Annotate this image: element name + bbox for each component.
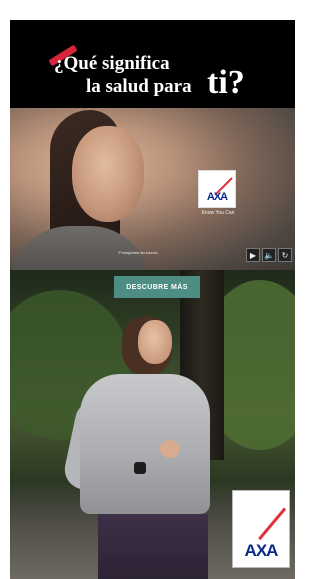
axa-logo-small: AXA — [198, 170, 236, 208]
headline-header: ¿Qué significa la salud para ti? — [10, 20, 295, 108]
headline-line-2: la salud para — [86, 76, 192, 97]
replay-icon[interactable]: ↻ — [278, 248, 292, 262]
smartwatch — [134, 462, 146, 474]
headline-line-1: ¿Qué significa — [54, 53, 170, 74]
video-player[interactable]: AXA Know You Can *Protagonista del anunc… — [10, 108, 295, 286]
axa-banner-ad[interactable]: ¿Qué significa la salud para ti? AXA Kno… — [10, 20, 295, 579]
play-icon[interactable]: ▶ — [246, 248, 260, 262]
brand-tagline: Know You Can — [201, 210, 235, 216]
logo-text: AXA — [206, 191, 228, 203]
video-controls: ▶ 🔈 ↻ — [246, 248, 292, 262]
runner-hand — [160, 440, 180, 458]
discover-more-button[interactable]: DESCUBRE MÁS — [114, 276, 200, 298]
woman-face — [72, 126, 144, 222]
runner-face — [138, 320, 172, 364]
runner-hoodie — [80, 374, 210, 514]
logo-slash — [258, 507, 287, 541]
logo-text: AXA — [244, 541, 279, 560]
video-caption: *Protagonista del anuncio — [118, 251, 158, 255]
runner-photo: DESCUBRE MÁS AXA — [10, 270, 295, 579]
headline-emphasis: ti? — [207, 64, 245, 101]
volume-icon[interactable]: 🔈 — [262, 248, 276, 262]
axa-logo-large: AXA — [232, 490, 290, 568]
runner-legs — [98, 514, 208, 579]
